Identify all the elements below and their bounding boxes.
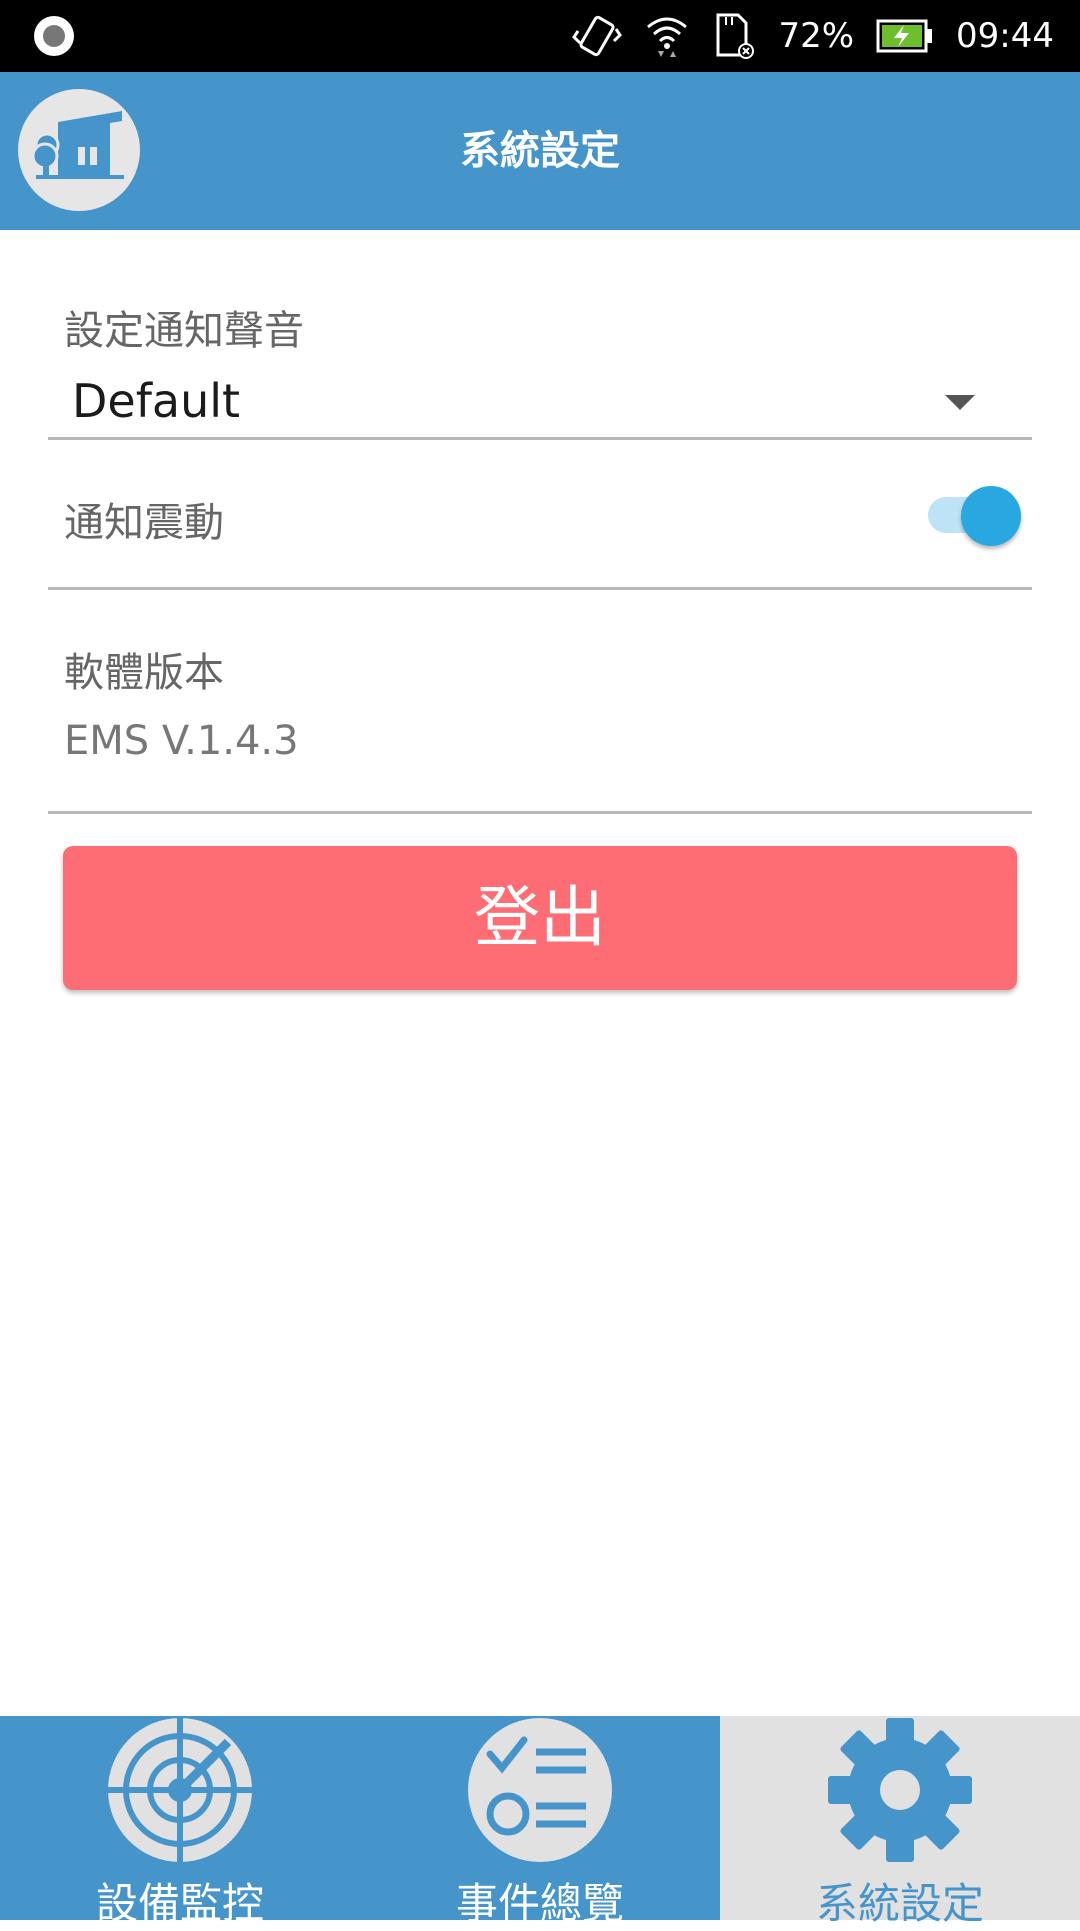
record-icon [34, 16, 74, 56]
divider [48, 437, 1032, 440]
gear-icon [828, 1718, 972, 1862]
vibration-toggle[interactable] [925, 486, 1025, 546]
tab-device-monitoring[interactable]: 設備監控 [0, 1716, 360, 1928]
notification-sound-label: 設定通知聲音 [64, 308, 304, 354]
logout-button[interactable]: 登出 [63, 846, 1017, 990]
tab-label: 設備監控 [95, 1879, 264, 1928]
software-version-value: EMS V.1.4.3 [64, 718, 299, 764]
notification-sound-dropdown[interactable]: Default [72, 374, 240, 428]
status-bar: 72% 09:44 [0, 0, 1080, 72]
bottom-nav: 設備監控 事件總覽 系統設定 [0, 1716, 1080, 1928]
battery-charging-icon [876, 19, 933, 53]
checklist-icon [468, 1718, 612, 1862]
tab-system-settings[interactable]: 系統設定 [720, 1716, 1080, 1928]
wifi-icon [647, 17, 688, 57]
chevron-down-icon[interactable] [945, 395, 975, 410]
divider [48, 811, 1032, 814]
app-bar: 系統設定 [0, 72, 1080, 230]
sd-card-icon [716, 13, 755, 59]
tab-label: 系統設定 [815, 1879, 984, 1928]
clock: 09:44 [956, 16, 1054, 56]
divider [48, 587, 1032, 590]
software-version-label: 軟體版本 [64, 650, 224, 696]
battery-percentage: 72% [778, 16, 855, 56]
radar-icon [106, 1716, 254, 1864]
tab-label: 事件總覽 [455, 1879, 624, 1928]
page-title: 系統設定 [460, 128, 620, 174]
toggle-thumb [961, 486, 1021, 546]
notification-vibration-label: 通知震動 [64, 500, 224, 546]
vibrate-icon [572, 15, 623, 57]
tab-event-overview[interactable]: 事件總覽 [360, 1716, 720, 1928]
